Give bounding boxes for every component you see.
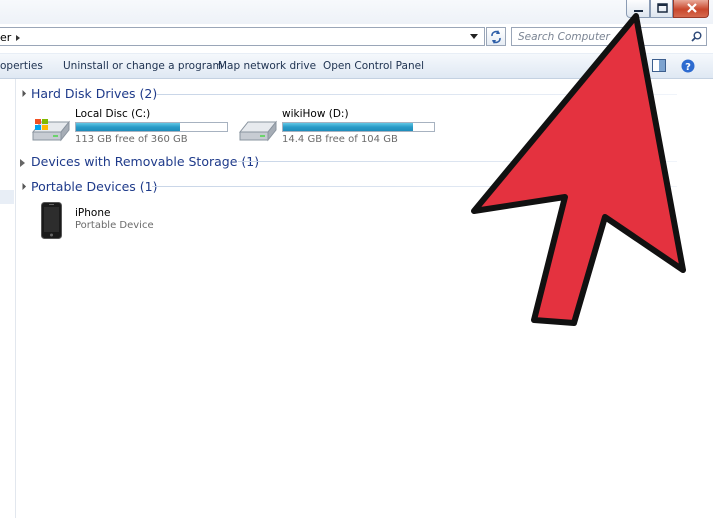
group-title: Hard Disk Drives (2)	[31, 86, 158, 101]
collapse-icon	[18, 182, 27, 190]
windows-drive-icon	[31, 119, 71, 142]
drive-usage-bar	[75, 122, 228, 132]
breadcrumb[interactable]: er	[0, 31, 20, 44]
red-arrow-icon	[471, 13, 686, 326]
drive-name: Local Disc (C:)	[75, 108, 151, 120]
iphone-icon	[41, 202, 62, 239]
hard-drive-icon	[238, 120, 278, 142]
drive-usage-fill	[76, 123, 181, 131]
device-type: Portable Device	[75, 220, 154, 231]
drive-free-space: 113 GB free of 360 GB	[75, 134, 188, 145]
group-removable-storage[interactable]: Devices with Removable Storage (1)	[20, 154, 259, 169]
map-network-drive-button[interactable]: Map network drive	[218, 60, 316, 72]
expand-icon	[20, 158, 25, 167]
address-bar[interactable]: er	[0, 27, 485, 46]
navigation-pane-selected-item[interactable]	[0, 190, 14, 204]
drive-name: wikiHow (D:)	[282, 108, 349, 120]
drive-usage-fill	[283, 123, 413, 131]
drive-free-space: 14.4 GB free of 104 GB	[282, 134, 398, 145]
uninstall-program-button[interactable]: Uninstall or change a program	[63, 60, 223, 72]
group-portable-devices[interactable]: Portable Devices (1)	[18, 179, 158, 194]
system-properties-button[interactable]: operties	[0, 60, 43, 72]
collapse-icon	[18, 89, 27, 97]
drive-usage-bar	[282, 122, 435, 132]
group-hard-disk-drives[interactable]: Hard Disk Drives (2)	[18, 86, 158, 101]
group-title: Portable Devices (1)	[31, 179, 158, 194]
open-control-panel-button[interactable]: Open Control Panel	[323, 60, 424, 72]
device-name: iPhone	[75, 207, 111, 219]
group-title: Devices with Removable Storage (1)	[31, 154, 260, 169]
navigation-pane[interactable]	[0, 79, 16, 518]
